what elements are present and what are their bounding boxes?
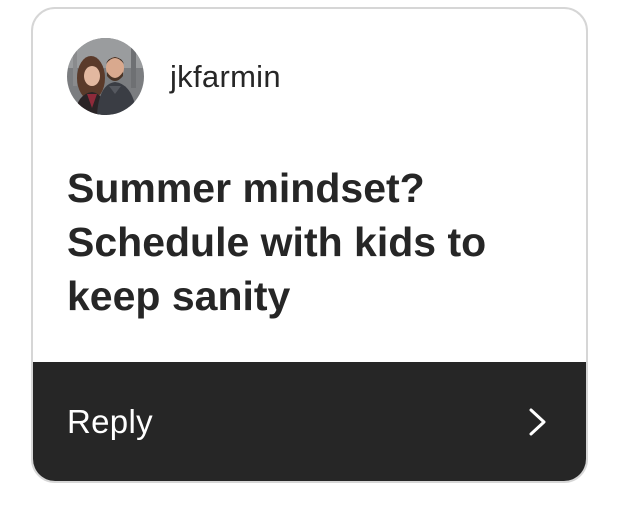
avatar[interactable]: [67, 38, 144, 115]
avatar-photo: [67, 38, 144, 115]
reply-label: Reply: [67, 402, 153, 440]
chevron-right-icon: [529, 408, 546, 435]
message-text: Summer mindset? Schedule with kids to ke…: [67, 165, 487, 319]
message-card: jkfarmin Summer mindset? Schedule with k…: [31, 7, 588, 483]
post-header: jkfarmin: [67, 38, 281, 115]
username[interactable]: jkfarmin: [170, 59, 281, 95]
reply-button[interactable]: Reply: [33, 362, 586, 481]
